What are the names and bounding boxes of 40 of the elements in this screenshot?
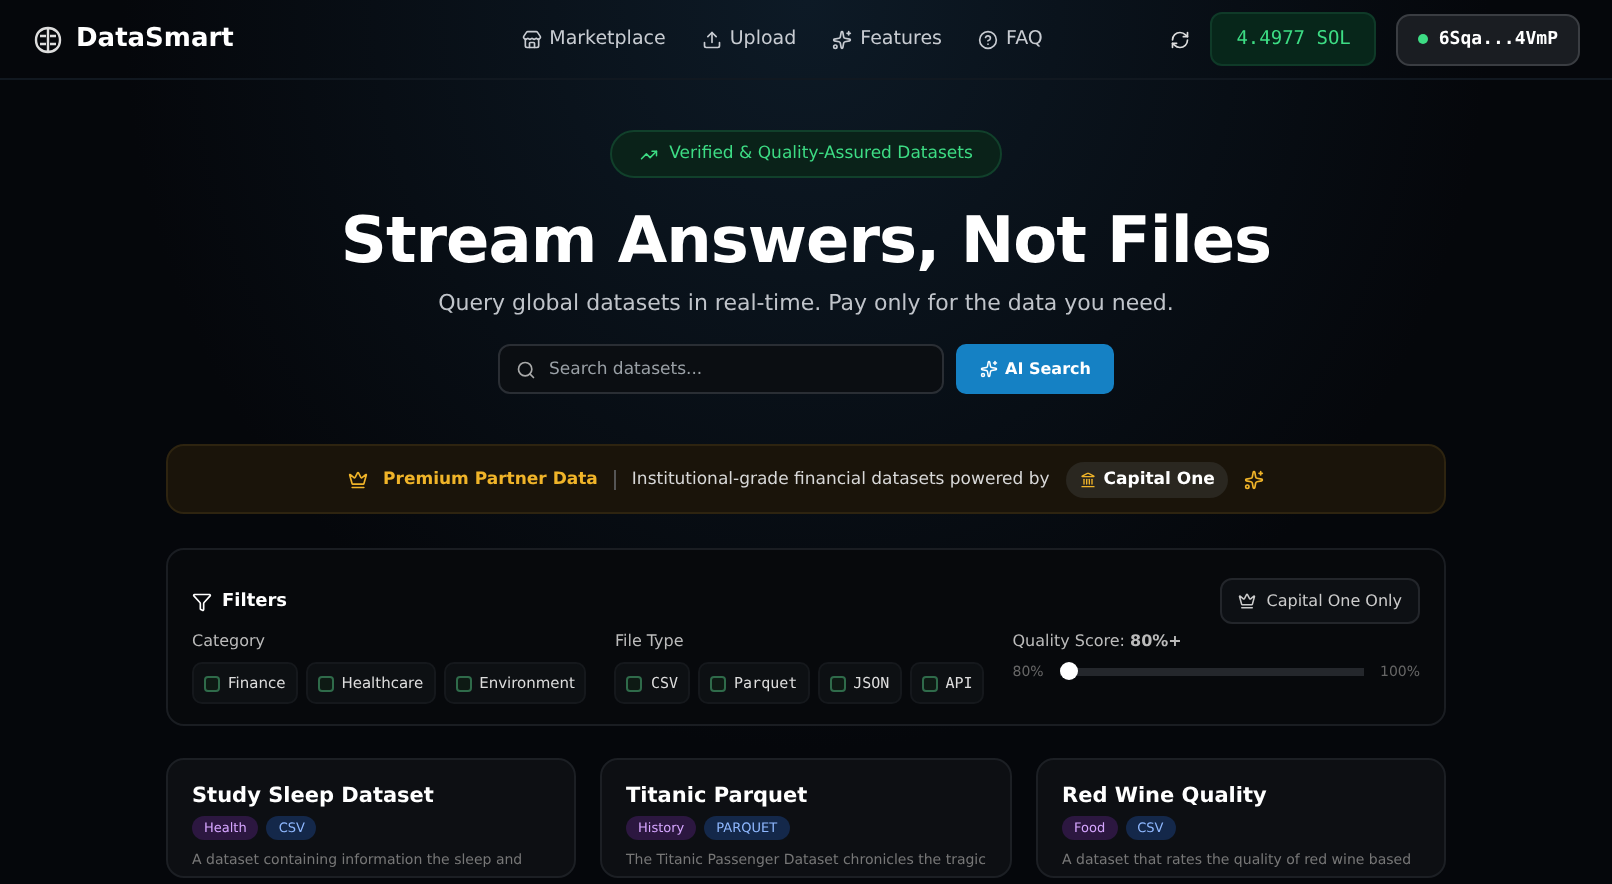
brand-name: DataSmart bbox=[76, 24, 234, 54]
brain-logo-icon bbox=[32, 25, 64, 53]
quality-slider[interactable] bbox=[1059, 662, 1364, 680]
bank-icon bbox=[1079, 471, 1096, 487]
sparkles-icon bbox=[832, 29, 853, 49]
status-dot-icon bbox=[1418, 34, 1429, 44]
help-icon bbox=[978, 29, 998, 49]
ai-search-button[interactable]: AI Search bbox=[955, 344, 1115, 394]
sparkles-icon bbox=[1244, 469, 1265, 489]
search-icon bbox=[515, 360, 536, 380]
sparkles-icon bbox=[979, 360, 998, 378]
nav-link[interactable]: Features bbox=[832, 28, 942, 50]
filter-icon bbox=[192, 591, 212, 611]
partner-text: Institutional-grade financial datasets powered by bbox=[631, 469, 1050, 489]
refresh-icon[interactable] bbox=[1170, 29, 1191, 49]
partner-filter-button[interactable]: Capital One Only bbox=[1220, 578, 1420, 624]
verified-badge: Verified & Quality-Assured Datasets bbox=[609, 130, 1003, 178]
category-label: Category bbox=[192, 632, 268, 650]
filters-title: Filters bbox=[192, 591, 288, 611]
crown-icon bbox=[347, 469, 368, 489]
file-type-label: File Type bbox=[614, 632, 686, 650]
hero-subtitle: Query global datasets in real-time. Pay only for the data you need. bbox=[438, 290, 1174, 316]
partner-label: Premium Partner Data bbox=[383, 469, 598, 489]
trend-icon bbox=[639, 145, 658, 163]
hero-title: Stream Answers, Not Files bbox=[340, 202, 1272, 278]
search-field[interactable]: Search datasets... bbox=[497, 344, 944, 394]
nav-link[interactable]: FAQ bbox=[978, 28, 1043, 50]
nav-link[interactable]: Upload bbox=[701, 28, 797, 50]
card-title: Study Sleep Dataset bbox=[192, 784, 436, 808]
card-title: Red Wine Quality bbox=[1061, 784, 1269, 808]
partner-pill: Capital One bbox=[1065, 461, 1229, 497]
upload-icon bbox=[701, 29, 722, 49]
nav-link[interactable]: Marketplace bbox=[521, 28, 666, 50]
wallet-button[interactable]: 6Sqa...4VmP bbox=[1396, 13, 1580, 65]
quality-label: Quality Score: 80%+ bbox=[1012, 632, 1184, 650]
crown-icon bbox=[1238, 592, 1257, 610]
balance-display: 4.4977 SOL bbox=[1210, 12, 1377, 66]
slider-thumb[interactable] bbox=[1059, 662, 1078, 680]
card-title: Titanic Parquet bbox=[626, 784, 810, 808]
store-icon bbox=[521, 29, 542, 49]
